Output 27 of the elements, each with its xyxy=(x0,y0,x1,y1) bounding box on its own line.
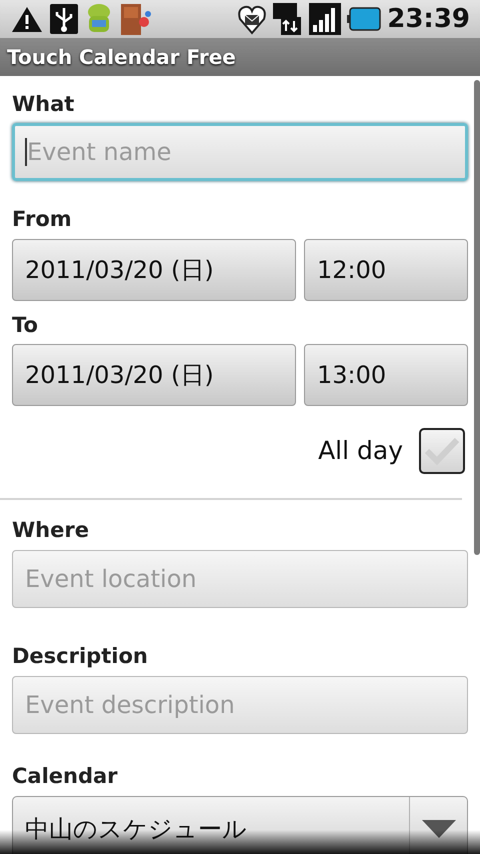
network-3g-icon xyxy=(273,3,304,35)
signal-icon xyxy=(309,3,342,35)
field-label: From xyxy=(12,206,73,233)
input-field[interactable]: Event name xyxy=(12,123,468,181)
door-icon xyxy=(120,2,152,36)
envelope-icon xyxy=(237,3,268,35)
field-label: What xyxy=(12,91,76,118)
time-button[interactable]: 13:00 xyxy=(304,344,468,406)
field-label: Description xyxy=(12,643,149,670)
dropdown-arrow-icon xyxy=(422,820,456,838)
usb-icon xyxy=(50,4,78,34)
date-button[interactable]: 2011/03/20 (日) xyxy=(12,239,296,301)
battery-icon xyxy=(347,7,382,31)
all-day-label: All day xyxy=(318,435,403,468)
input-field[interactable]: Event location xyxy=(12,550,468,608)
window-title: Touch Calendar Free xyxy=(7,44,236,71)
field-label: Calendar xyxy=(12,763,119,790)
clock-time: 23:39 xyxy=(387,2,470,36)
all-day-checkbox[interactable] xyxy=(419,428,465,474)
field-label: To xyxy=(12,312,39,339)
field-label: Where xyxy=(12,517,90,544)
calendar-dropdown[interactable]: 中山のスケジュール xyxy=(12,796,468,854)
text-cursor xyxy=(25,138,27,166)
time-button[interactable]: 12:00 xyxy=(304,239,468,301)
input-field[interactable]: Event description xyxy=(12,676,468,734)
date-button[interactable]: 2011/03/20 (日) xyxy=(12,344,296,406)
warning-icon xyxy=(10,5,44,33)
